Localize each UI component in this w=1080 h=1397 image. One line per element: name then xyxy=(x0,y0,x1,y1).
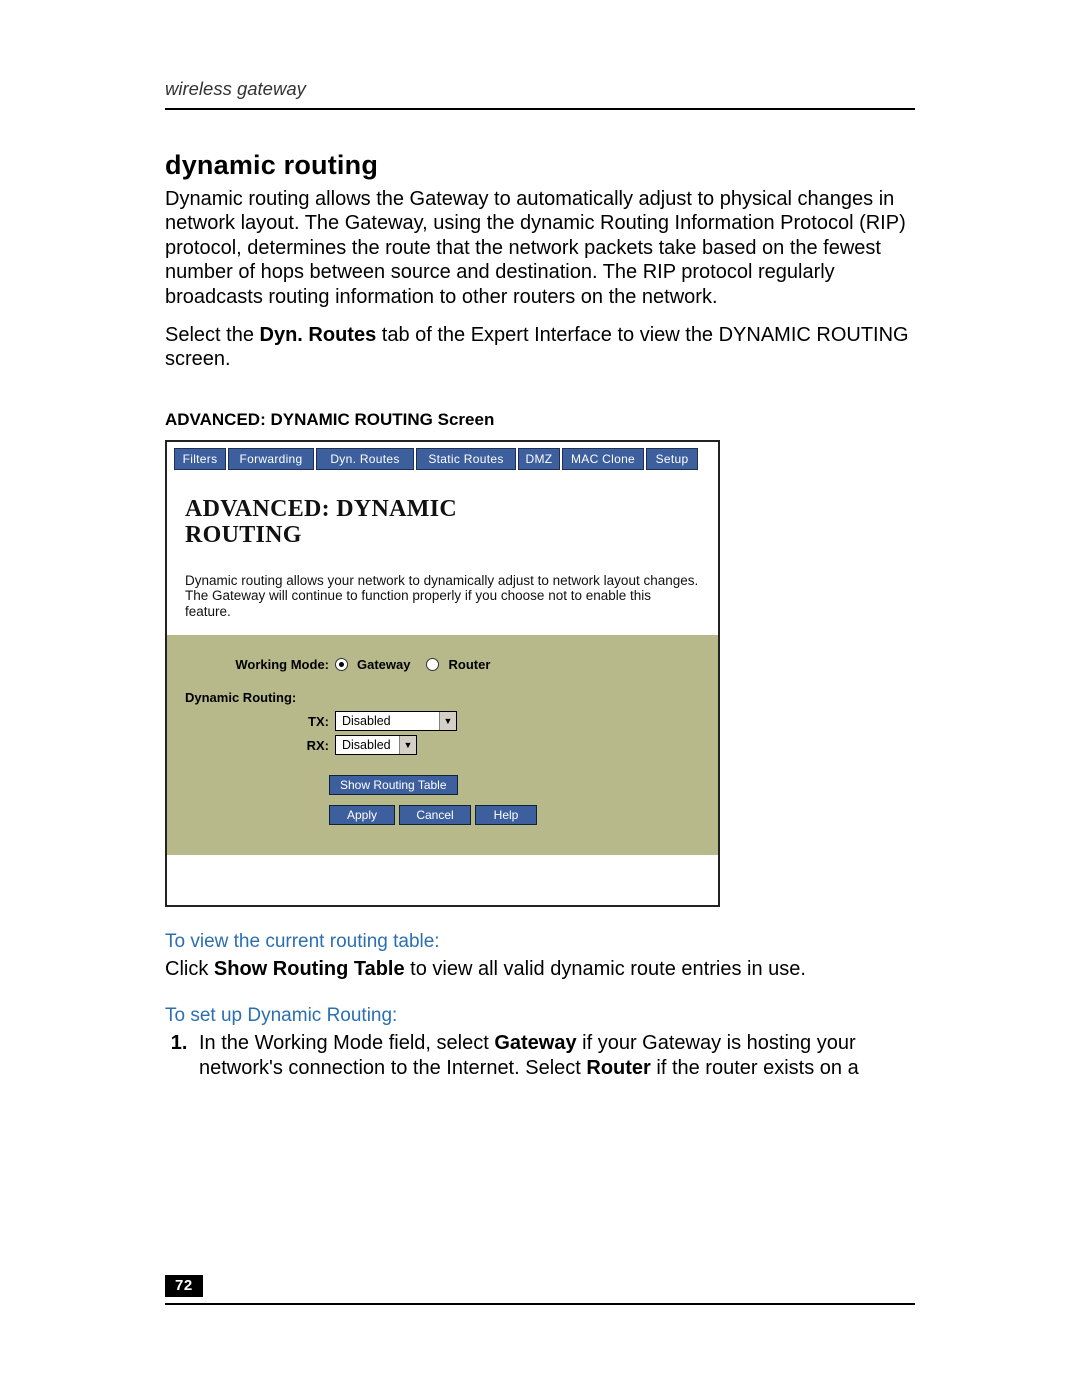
header-rule xyxy=(165,108,915,110)
dynamic-routing-label: Dynamic Routing: xyxy=(167,690,353,705)
step-1: In the Working Mode field, select Gatewa… xyxy=(193,1031,915,1080)
step1-post: if the router exists on a xyxy=(651,1057,859,1079)
rx-select-value: Disabled xyxy=(336,738,399,752)
help-button[interactable]: Help xyxy=(475,805,537,825)
tx-select[interactable]: Disabled ▼ xyxy=(335,711,457,731)
select-pre: Select the xyxy=(165,324,260,346)
screenshot-heading-l2: ROUTING xyxy=(185,522,302,548)
radio-router[interactable] xyxy=(426,658,439,671)
radio-gateway-label: Gateway xyxy=(357,657,410,672)
running-header: wireless gateway xyxy=(165,78,915,104)
chevron-down-icon: ▼ xyxy=(399,736,416,754)
tx-select-value: Disabled xyxy=(336,714,439,728)
tab-dmz[interactable]: DMZ xyxy=(518,448,560,470)
steps-list: In the Working Mode field, select Gatewa… xyxy=(165,1031,915,1080)
radio-router-label: Router xyxy=(448,657,490,672)
click-post: to view all valid dynamic route entries … xyxy=(405,958,806,980)
tx-label: TX: xyxy=(167,714,335,729)
chevron-down-icon: ▼ xyxy=(439,712,456,730)
rx-select[interactable]: Disabled ▼ xyxy=(335,735,417,755)
subhead-view-table: To view the current routing table: xyxy=(165,931,915,953)
tab-setup[interactable]: Setup xyxy=(646,448,698,470)
section-title: dynamic routing xyxy=(165,150,915,181)
cancel-button[interactable]: Cancel xyxy=(399,805,471,825)
show-routing-table-button[interactable]: Show Routing Table xyxy=(329,775,458,795)
page-number: 72 xyxy=(165,1275,203,1297)
radio-gateway[interactable] xyxy=(335,658,348,671)
screenshot-caption: ADVANCED: DYNAMIC ROUTING Screen xyxy=(165,410,915,430)
tab-forwarding[interactable]: Forwarding xyxy=(228,448,314,470)
tab-filters[interactable]: Filters xyxy=(174,448,226,470)
click-bold: Show Routing Table xyxy=(214,958,405,980)
intro-paragraph: Dynamic routing allows the Gateway to au… xyxy=(165,187,915,309)
subhead-setup: To set up Dynamic Routing: xyxy=(165,1005,915,1027)
step1-b2: Router xyxy=(586,1057,650,1079)
select-paragraph: Select the Dyn. Routes tab of the Expert… xyxy=(165,323,915,372)
rx-label: RX: xyxy=(167,738,335,753)
screenshot-heading-l1: ADVANCED: DYNAMIC xyxy=(185,496,457,522)
screenshot-description: Dynamic routing allows your network to d… xyxy=(185,573,700,620)
apply-button[interactable]: Apply xyxy=(329,805,395,825)
footer-rule xyxy=(165,1303,915,1305)
click-paragraph: Click Show Routing Table to view all val… xyxy=(165,957,915,981)
tab-bar: Filters Forwarding Dyn. Routes Static Ro… xyxy=(167,442,718,470)
click-pre: Click xyxy=(165,958,214,980)
step1-pre: In the Working Mode field, select xyxy=(199,1032,494,1054)
tab-static-routes[interactable]: Static Routes xyxy=(416,448,516,470)
tab-mac-clone[interactable]: MAC Clone xyxy=(562,448,644,470)
screenshot-form: Working Mode: Gateway Router Dynamic Rou… xyxy=(167,635,718,855)
tab-dyn-routes[interactable]: Dyn. Routes xyxy=(316,448,414,470)
screenshot-heading: ADVANCED: DYNAMIC ROUTING xyxy=(185,496,700,549)
page-footer: 72 xyxy=(165,1275,915,1305)
working-mode-label: Working Mode: xyxy=(167,657,335,672)
select-bold: Dyn. Routes xyxy=(260,324,377,346)
screenshot-panel: Filters Forwarding Dyn. Routes Static Ro… xyxy=(165,440,720,907)
step1-b1: Gateway xyxy=(494,1032,576,1054)
